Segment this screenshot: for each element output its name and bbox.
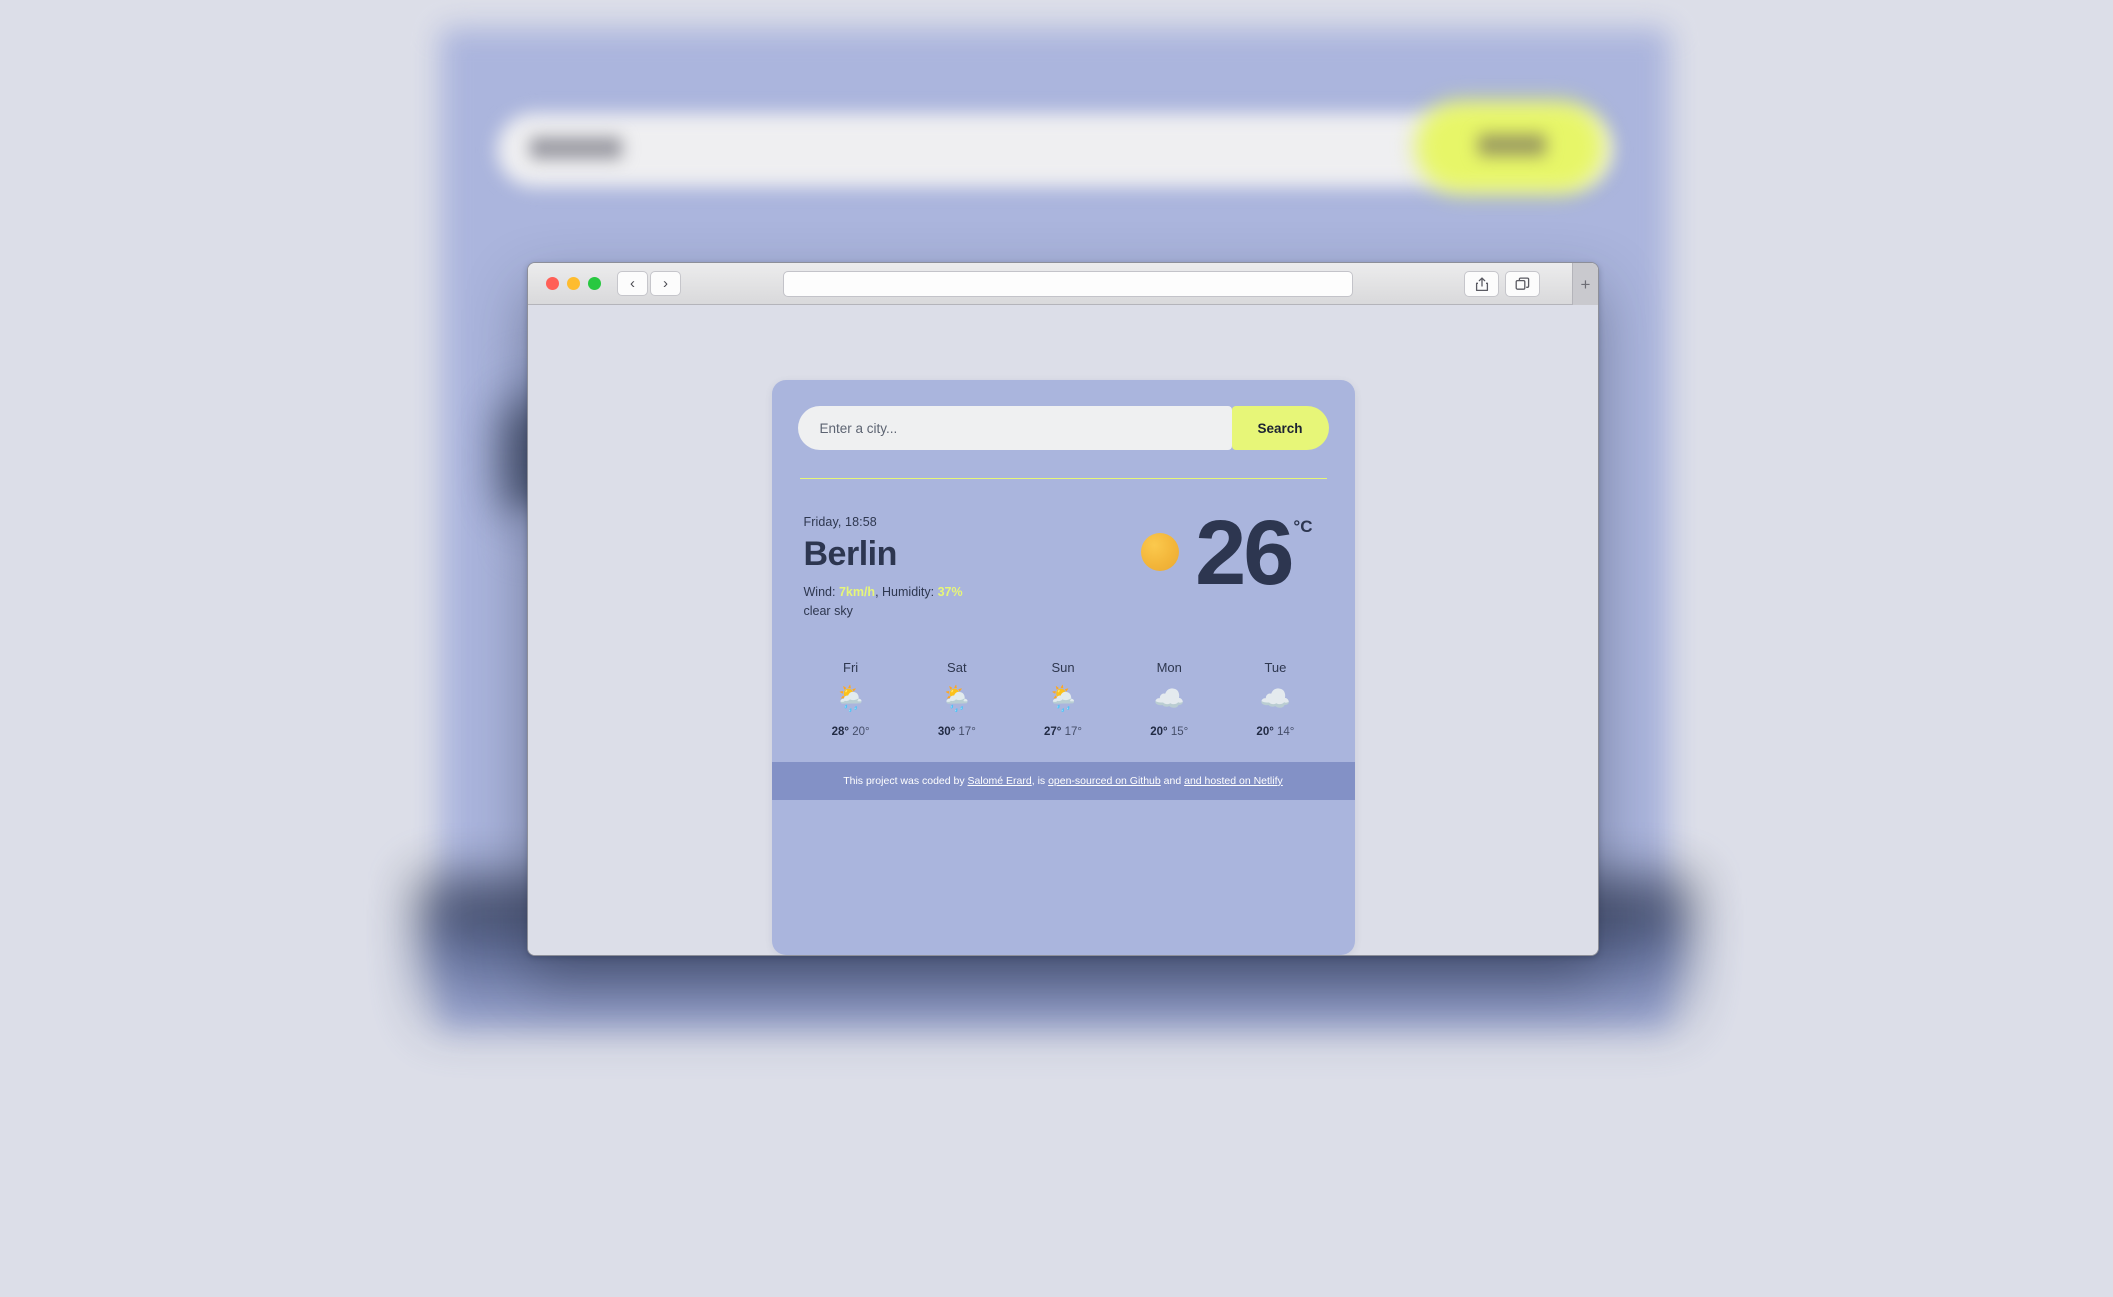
weather-app-card: Search Friday, 18:58 Berlin Wind: 7km/h,… (771, 380, 1355, 955)
forecast-low: 17° (958, 725, 976, 738)
minimize-window-button[interactable] (567, 277, 580, 290)
forecast-high: 30° (937, 725, 956, 738)
page-viewport: Search Friday, 18:58 Berlin Wind: 7km/h,… (528, 305, 1598, 955)
forecast-day-name: Sat (947, 659, 967, 675)
wind-label: Wind: (803, 585, 839, 600)
forecast-temps: 20° 15° (1116, 726, 1222, 738)
new-tab-button[interactable]: + (1572, 263, 1598, 305)
cloud-icon: ☁️ (1259, 684, 1291, 713)
netlify-link[interactable]: and hosted on Netlify (1184, 775, 1283, 787)
maximize-window-button[interactable] (588, 277, 601, 290)
browser-window: ‹ › + Enter a city... Search Friday, 18:… (527, 262, 1599, 956)
sun-behind-rain-cloud-icon: 🌦️ (835, 684, 867, 713)
chevron-left-icon: ‹ (630, 275, 635, 292)
wind-value: 7km/h (838, 585, 876, 600)
city-search-input[interactable] (797, 406, 1232, 450)
sun-behind-rain-cloud-icon: 🌦️ (941, 684, 973, 713)
app-footer: This project was coded by Salomé Erard, … (771, 761, 1355, 800)
sun-behind-rain-cloud-icon: 🌦️ (1047, 684, 1079, 713)
current-weather-details: Friday, 18:58 Berlin Wind: 7km/h, Humidi… (798, 511, 963, 622)
forecast-high: 20° (1150, 725, 1168, 738)
forecast-day-name: Fri (843, 659, 859, 675)
forecast-row: Fri 🌦️ 28° 20° Sat 🌦️ 30° 17° Sun 🌦️ 27°… (798, 660, 1329, 742)
forecast-day-name: Tue (1264, 659, 1287, 675)
back-button[interactable]: ‹ (617, 271, 648, 296)
browser-toolbar-right (1464, 271, 1540, 297)
forecast-high: 20° (1256, 725, 1274, 738)
humidity-value: 37% (937, 585, 963, 600)
current-temperature: 26 (1195, 502, 1294, 604)
temperature-unit: °C (1293, 517, 1313, 536)
forecast-temps: 20° 14° (1222, 726, 1328, 738)
current-datetime: Friday, 18:58 (803, 515, 877, 529)
forecast-low: 17° (1064, 725, 1082, 738)
navigation-buttons: ‹ › (617, 271, 681, 296)
forecast-low: 15° (1170, 725, 1189, 738)
chevron-right-icon: › (663, 275, 668, 292)
current-metrics: Wind: 7km/h, Humidity: 37% (804, 583, 963, 602)
share-button[interactable] (1464, 271, 1499, 297)
current-weather: Friday, 18:58 Berlin Wind: 7km/h, Humidi… (798, 502, 1329, 622)
browser-titlebar: ‹ › + (528, 263, 1598, 305)
sun-icon (1141, 533, 1180, 571)
cloud-icon: ☁️ (1153, 684, 1185, 713)
forecast-high: 27° (1044, 725, 1062, 738)
current-temperature-block: 26 °C (1141, 502, 1328, 604)
close-window-button[interactable] (546, 277, 559, 290)
forecast-day-name: Sun (1051, 659, 1075, 675)
current-condition: clear sky (803, 604, 853, 619)
forecast-day-name: Mon (1156, 659, 1182, 675)
forecast-day: Sat 🌦️ 30° 17° (904, 660, 1010, 738)
current-city-name: Berlin (803, 535, 898, 573)
blurred-search-placeholder (530, 137, 622, 159)
forecast-low: 14° (1277, 725, 1295, 738)
share-icon (1475, 276, 1488, 291)
show-tabs-button[interactable] (1505, 271, 1540, 297)
footer-conjunction: and (1160, 774, 1185, 787)
tabs-icon (1515, 277, 1530, 290)
search-button[interactable]: Search (1231, 406, 1329, 450)
temperature-wrap: 26 °C (1195, 502, 1313, 604)
blurred-search-button-label (1478, 134, 1546, 156)
search-row: Search (797, 406, 1329, 450)
window-controls (546, 277, 601, 290)
section-divider (799, 478, 1327, 479)
forecast-day: Tue ☁️ 20° 14° (1222, 660, 1328, 738)
forecast-low: 20° (852, 725, 870, 738)
forecast-day: Mon ☁️ 20° 15° (1116, 660, 1222, 738)
forecast-high: 28° (831, 725, 849, 738)
humidity-label: , Humidity: (875, 585, 938, 600)
address-bar[interactable] (783, 271, 1353, 297)
author-link[interactable]: Salomé Erard (968, 775, 1032, 787)
forecast-day: Sun 🌦️ 27° 17° (1010, 660, 1116, 738)
forecast-temps: 30° 17° (904, 726, 1010, 738)
footer-prefix: This project was coded by (843, 774, 968, 787)
forecast-temps: 27° 17° (1010, 726, 1116, 738)
plus-icon: + (1580, 274, 1591, 294)
forecast-day: Fri 🌦️ 28° 20° (798, 660, 904, 738)
footer-middle: , is (1031, 774, 1049, 787)
forecast-temps: 28° 20° (798, 726, 904, 738)
weather-card-body: Search Friday, 18:58 Berlin Wind: 7km/h,… (772, 380, 1355, 762)
forward-button[interactable]: › (650, 271, 681, 296)
github-link[interactable]: open-sourced on Github (1048, 775, 1161, 787)
